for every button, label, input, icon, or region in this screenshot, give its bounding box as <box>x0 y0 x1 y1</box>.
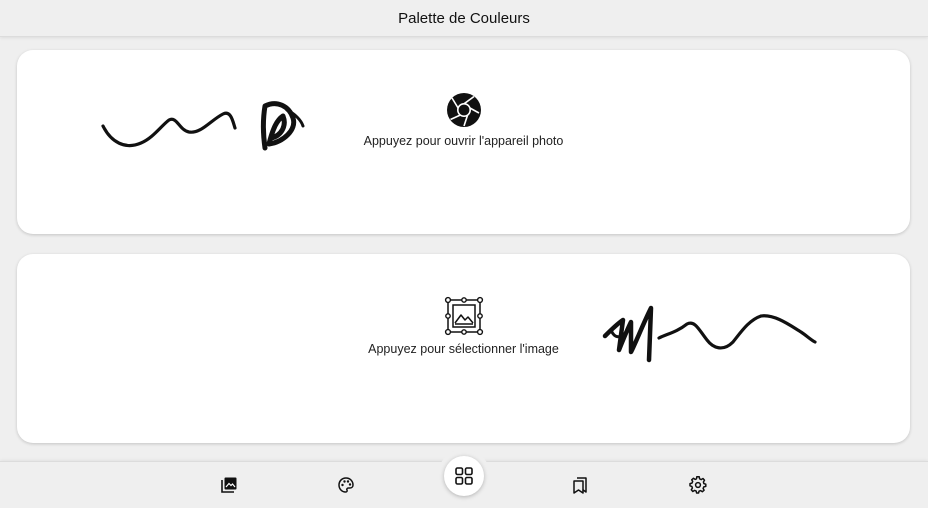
camera-card-content: Appuyez pour ouvrir l'appareil photo <box>17 92 910 148</box>
nav-bookmarks-button[interactable] <box>571 476 589 494</box>
select-image-card[interactable]: Appuyez pour sélectionner l'image <box>17 254 910 443</box>
bookmarks-icon <box>573 477 587 494</box>
app-header: Palette de Couleurs <box>0 0 928 37</box>
nav-grid-button[interactable] <box>444 456 484 496</box>
open-camera-card[interactable]: Appuyez pour ouvrir l'appareil photo <box>17 50 910 234</box>
image-select-icon <box>444 296 483 336</box>
grid-icon <box>455 467 473 485</box>
photo-library-icon <box>221 477 237 493</box>
nav-photo-library-button[interactable] <box>220 476 238 494</box>
gallery-card-label: Appuyez pour sélectionner l'image <box>368 342 559 356</box>
palette-icon <box>338 477 354 493</box>
nav-palette-button[interactable] <box>337 476 355 494</box>
handwritten-signature-mark <box>602 305 817 363</box>
page-title: Palette de Couleurs <box>398 9 530 27</box>
camera-card-label: Appuyez pour ouvrir l'appareil photo <box>363 134 564 148</box>
camera-aperture-icon <box>446 93 481 127</box>
nav-settings-button[interactable] <box>689 476 707 494</box>
gear-icon <box>689 476 707 494</box>
